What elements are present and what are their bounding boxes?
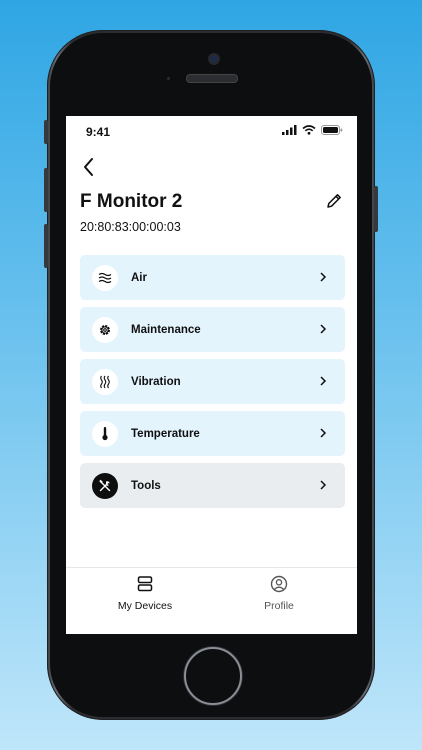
menu-item-label: Tools [131,479,161,492]
chevron-right-icon [320,324,327,334]
menu-item-tools[interactable]: Tools [80,463,345,508]
chevron-right-icon [320,272,327,282]
tab-profile[interactable]: Profile [219,574,339,612]
menu-item-temperature[interactable]: Temperature [80,411,345,456]
camera-icon [208,53,220,65]
battery-icon [321,125,343,135]
volume-up-button [44,168,48,212]
sensor [167,77,170,80]
settings-menu: Air Maintenance Vibration Temperature To… [80,255,345,515]
menu-item-maintenance[interactable]: Maintenance [80,307,345,352]
menu-item-label: Temperature [131,427,200,440]
tab-bar: My Devices Profile [66,567,357,634]
chevron-right-icon [320,480,327,490]
wifi-icon [302,125,316,135]
device-mac-address: 20:80:83:00:00:03 [80,220,181,234]
status-time: 9:41 [86,125,111,139]
status-bar: 9:41 [66,116,357,148]
power-button [374,186,378,232]
mute-switch [44,120,48,144]
devices-icon [137,576,153,592]
device-name: F Monitor 2 [80,191,183,212]
app-screen: 9:41 F Monitor 2 20:80:83:00:00:03 Air M… [66,116,357,634]
signal-icon [282,125,297,135]
speaker-grille [186,74,238,83]
thermometer-icon [92,420,118,447]
volume-down-button [44,224,48,268]
vibration-icon [92,368,118,395]
gear-icon [92,316,118,343]
tab-my-devices[interactable]: My Devices [85,574,205,612]
menu-item-label: Vibration [131,375,181,388]
menu-item-label: Maintenance [131,323,201,336]
tools-icon [92,472,118,499]
status-icons [282,125,343,135]
tab-label: My Devices [117,600,173,612]
menu-item-air[interactable]: Air [80,255,345,300]
edit-pencil-icon[interactable] [325,192,343,210]
chevron-right-icon [320,376,327,386]
air-waves-icon [92,264,118,291]
tab-label: Profile [264,600,294,612]
chevron-right-icon [320,428,327,438]
back-chevron-icon[interactable] [78,154,102,180]
profile-icon [270,575,288,593]
menu-item-label: Air [131,271,147,284]
home-button[interactable] [184,647,242,705]
menu-item-vibration[interactable]: Vibration [80,359,345,404]
